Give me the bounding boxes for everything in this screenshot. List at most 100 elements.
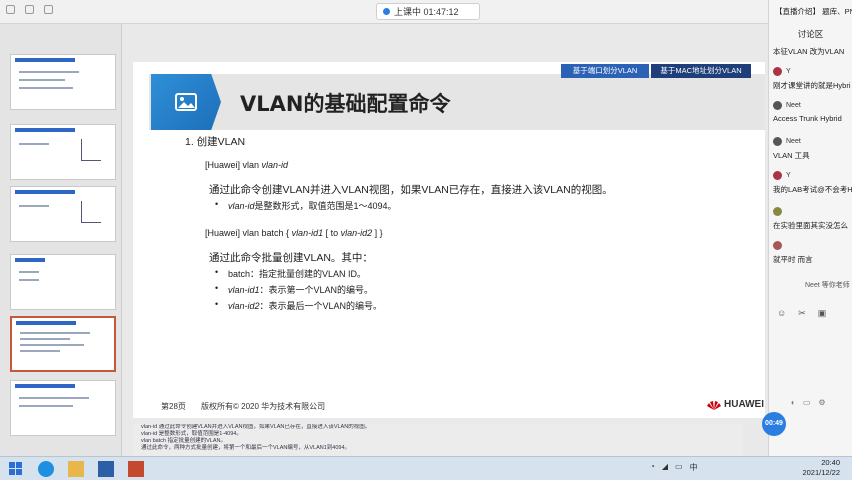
command-2-prefix: [Huawei] vlan batch { [205,228,292,238]
slide-thumbnails[interactable] [0,24,122,456]
command-1: [Huawei] vlan vlan-id [205,160,288,170]
live-status-label: 上课中 01:47:12 [394,7,459,17]
mic-icon[interactable]: ◖ [790,398,795,407]
avatar [773,136,782,146]
folder-icon[interactable] [68,461,84,477]
bullet-vlan-id: vlan-id是整数形式，取值范围是1～4094。 [215,199,397,212]
bullet-vlan-id2: vlan-id2：表示最后一个VLAN的编号。 [215,299,383,312]
app-icon[interactable] [98,461,114,477]
picture-icon [151,74,221,130]
chat-user: Neet [786,137,801,145]
bullet-text: 是整数形式，取值范围是1～4094。 [254,201,397,211]
slide-canvas: VLAN的基础配置命令 基于端口划分VLAN 基于MAC地址划分VLAN 1. … [133,62,765,418]
emoji-icon[interactable]: ☺ [777,308,786,319]
tab-mac-vlan[interactable]: 基于MAC地址划分VLAN [651,64,751,78]
file-icon[interactable] [6,5,15,14]
chat-item: Neet VLAN 工具 [773,136,852,161]
description-2: 通过此命令批量创建VLAN。其中： [209,252,373,264]
chat-message: 刚才课堂讲的就是Hybri [773,81,851,90]
app-icon[interactable] [128,461,144,477]
note-line: vlan batch 指定批量创建的VLAN。 [141,438,226,444]
chat-item: Y 我的LAB考试@不会考H [773,170,852,195]
share-icon[interactable]: ▭ [803,398,811,407]
page-number: 第28页 [161,402,186,411]
taskbar-clock[interactable]: 20:40 2021/12/22 [790,458,840,478]
panel-header[interactable]: 【直播介绍】 题库、PN [769,0,852,20]
slide-thumbnail-active[interactable] [10,316,116,372]
slide-thumbnail[interactable] [10,380,116,436]
tab-port-vlan[interactable]: 基于端口划分VLAN [561,64,649,78]
volume-icon[interactable]: ◢ [662,462,668,473]
bullet-term: vlan-id2 [228,301,260,311]
windows-start-icon[interactable] [8,461,24,477]
view-icon[interactable] [44,5,53,14]
slide-thumbnail[interactable] [10,124,116,180]
discussion-panel: 【直播介绍】 题库、PN 讨论区 本征VLAN 改为VLAN Y 刚才课堂讲的就… [768,0,852,456]
edit-icon[interactable] [25,5,34,14]
avatar [773,100,782,110]
chat-message: 就平时 而言 [773,255,813,264]
taskbar: ◔ ◢ ▭ 中 20:40 2021/12/22 [0,456,852,480]
slide-title: VLAN的基础配置命令 [240,92,451,116]
bullet-text: ：表示第一个VLAN的编号。 [259,285,374,295]
chat-user: Neet [786,101,801,109]
command-2-arg2: vlan-id2 [340,228,373,238]
command-1-prefix: [Huawei] vlan [205,160,262,170]
floating-controls: ◖ ▭ ⚙ [790,398,826,407]
bullet-term: vlan-id [228,201,255,211]
huawei-logo-text: HUAWEI [724,399,764,410]
settings-icon[interactable]: ⚙ [818,398,825,407]
avatar [773,206,782,216]
chat-item: 就平时 而言 [773,240,852,265]
copyright: 版权所有© 2020 华为技术有限公司 [201,402,326,411]
slide-thumbnail[interactable] [10,54,116,110]
avatar [773,240,782,250]
top-toolbar: 上课中 01:47:12 [0,0,768,24]
bullet-batch: batch：指定批量创建的VLAN ID。 [215,267,366,280]
chat-item: 在实验里面其实没怎么 [773,206,852,231]
live-status-pill[interactable]: 上课中 01:47:12 [376,3,480,20]
chat-item: Y 刚才课堂讲的就是Hybri [773,66,852,91]
huawei-flower-icon [707,400,721,410]
note-line: 通过此命令，两种方式批量创建，将第一个和最后一个VLAN编号，从VLAN1到40… [141,445,351,451]
chat-message: 在实验里面其实没怎么 [773,221,848,230]
chat-message: Access Trunk Hybrid [773,114,842,123]
command-2-suffix: ] } [372,228,383,238]
chat-item: 本征VLAN 改为VLAN [773,46,852,57]
command-2: [Huawei] vlan batch { vlan-id1 [ to vlan… [205,228,383,238]
input-method-icon[interactable]: 中 [690,462,698,473]
slide-thumbnail[interactable] [10,186,116,242]
toolbar-icons [6,5,53,14]
bullet-term: vlan-id1 [228,285,260,295]
bullet-text: ：表示最后一个VLAN的编号。 [259,301,383,311]
description-1: 通过此命令创建VLAN并进入VLAN视图，如果VLAN已存在，直接进入该VLAN… [209,184,613,196]
browser-icon[interactable] [38,461,54,477]
speaker-notes[interactable]: vlan-id 通过此命令创建VLAN并进入VLAN视图，如果VLAN已存在，直… [133,424,743,456]
section-heading: 1. 创建VLAN [185,136,246,148]
chat-message: VLAN 工具 [773,151,810,160]
network-icon[interactable]: ◔ [650,462,655,473]
screen: 上课中 01:47:12 VLAN的基础配置命令 基于端口划分VLAN 基于MA… [0,0,852,480]
chat-user: Y [786,67,791,75]
chat-tools: ☺ ✂ ▣ [777,308,826,319]
clock-time: 20:40 [821,458,840,467]
slide-thumbnail[interactable] [10,254,116,310]
note-line: vlan-id 通过此命令创建VLAN并进入VLAN视图，如果VLAN已存在，直… [141,424,371,430]
battery-icon[interactable]: ▭ [675,462,683,473]
live-dot-icon [383,8,390,15]
panel-subtitle: 讨论区 [797,29,824,39]
chat-user: Y [786,171,791,179]
panel-footer-note: Neet 等你老师 [805,282,850,289]
command-2-mid: [ to [323,228,341,238]
image-icon[interactable]: ▣ [818,308,827,319]
clock-date: 2021/12/22 [802,468,840,477]
countdown-timer[interactable]: 00:49 [762,412,786,436]
command-1-arg: vlan-id [261,160,289,170]
chat-message: 本征VLAN 改为VLAN [773,47,845,56]
chat-message: 我的LAB考试@不会考H [773,185,852,194]
scissors-icon[interactable]: ✂ [798,308,806,319]
avatar [773,170,782,180]
command-2-arg1: vlan-id1 [291,228,324,238]
chat-item: Neet Access Trunk Hybrid [773,100,852,123]
huawei-logo: HUAWEI [707,399,764,410]
